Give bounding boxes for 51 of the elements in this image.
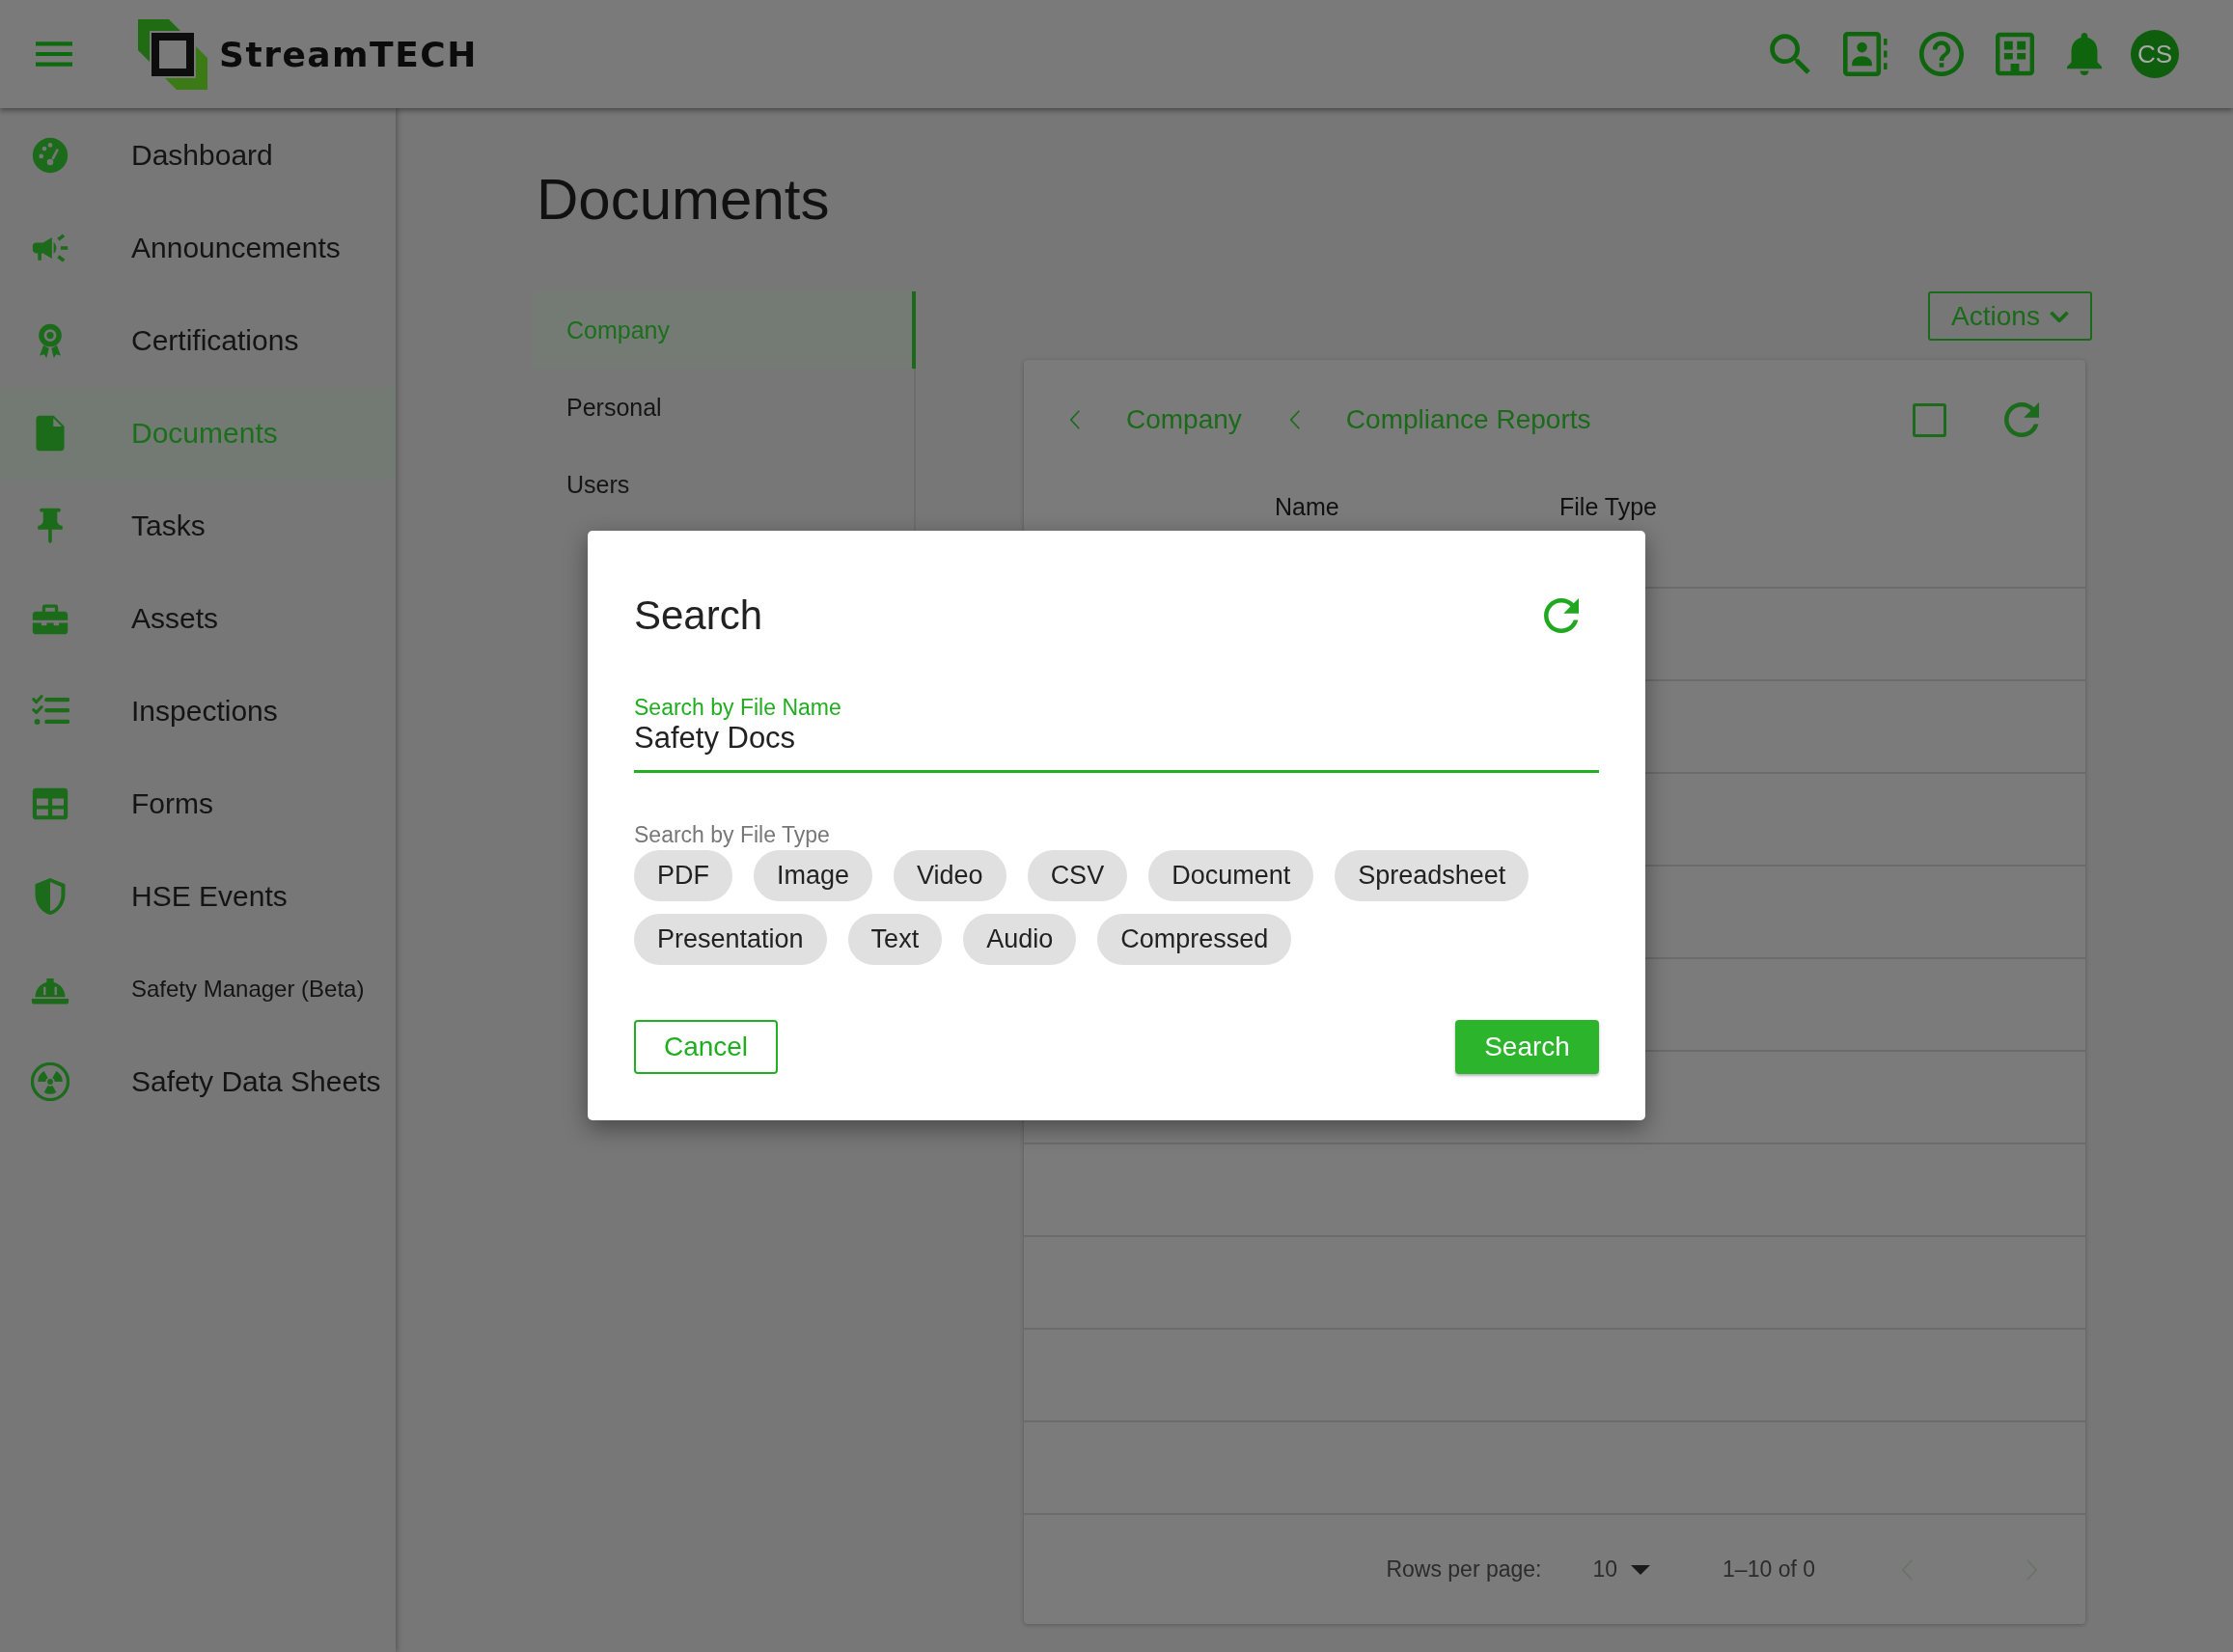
avatar[interactable]: CS: [2131, 30, 2179, 78]
dialog-title: Search: [634, 592, 763, 640]
column-header: File Type: [1559, 492, 1657, 521]
file-name-field[interactable]: Search by File Name Safety Docs: [634, 694, 1599, 773]
refresh-icon[interactable]: [1544, 598, 1579, 633]
logo-text: StreamTECH: [219, 34, 478, 74]
file-type-chip[interactable]: Presentation: [634, 914, 827, 965]
sidebar-item[interactable]: Forms: [0, 757, 396, 850]
sidebar-item[interactable]: Tasks: [0, 480, 396, 572]
file-type-chip[interactable]: Audio: [963, 914, 1077, 965]
help-icon[interactable]: [1919, 32, 1964, 76]
field-label: Search by File Type: [634, 821, 830, 848]
search-icon[interactable]: [1769, 33, 1811, 75]
refresh-icon[interactable]: [2004, 402, 2039, 437]
caret-down-icon: [1631, 1564, 1651, 1575]
gauge-icon: [31, 136, 69, 175]
file-type-chip[interactable]: Video: [894, 850, 1006, 901]
sidebar-item[interactable]: HSE Events: [0, 850, 396, 943]
sidebar-item[interactable]: Assets: [0, 572, 396, 665]
chevron-left-icon[interactable]: [1070, 410, 1080, 429]
column-header: Name: [1275, 492, 1340, 521]
page-title: Documents: [537, 166, 830, 234]
file-type-chip[interactable]: PDF: [634, 850, 732, 901]
page-range-text: 1–10 of 0: [1723, 1556, 1815, 1583]
checkbox[interactable]: [1913, 402, 1946, 437]
file-type-chip[interactable]: Spreadsheet: [1335, 850, 1530, 901]
bell-icon[interactable]: [2066, 32, 2103, 76]
chevron-left-icon[interactable]: [1289, 410, 1300, 429]
sidebar-item[interactable]: Safety Data Sheets: [0, 1035, 396, 1128]
rows-per-page-label: Rows per page:: [1386, 1556, 1542, 1583]
search-button[interactable]: Search: [1455, 1020, 1599, 1074]
file-type-chip[interactable]: Document: [1148, 850, 1314, 901]
sidebar-item[interactable]: Announcements: [0, 202, 396, 294]
sidebar-item[interactable]: Safety Manager (Beta): [0, 943, 396, 1035]
tab[interactable]: Personal: [534, 369, 916, 446]
building-icon[interactable]: [1996, 32, 2034, 76]
radiation-icon: [31, 1062, 69, 1101]
rows-per-page-select[interactable]: 10: [1592, 1556, 1651, 1583]
menu-icon[interactable]: [36, 41, 72, 67]
contact-book-icon[interactable]: [1843, 32, 1888, 76]
file-type-chip[interactable]: CSV: [1027, 850, 1128, 901]
tab[interactable]: Users: [534, 446, 916, 523]
chevron-down-icon: [2049, 310, 2069, 322]
cancel-button[interactable]: Cancel: [634, 1020, 778, 1074]
file-type-chip[interactable]: Compressed: [1097, 914, 1292, 965]
logo-icon: [138, 18, 207, 90]
file-type-chip[interactable]: Text: [847, 914, 943, 965]
sidebar-item[interactable]: Certifications: [0, 294, 396, 387]
sidebar-item[interactable]: Inspections: [0, 665, 396, 757]
sidebar-item[interactable]: Dashboard: [0, 109, 396, 202]
file-type-chip[interactable]: Image: [754, 850, 873, 901]
